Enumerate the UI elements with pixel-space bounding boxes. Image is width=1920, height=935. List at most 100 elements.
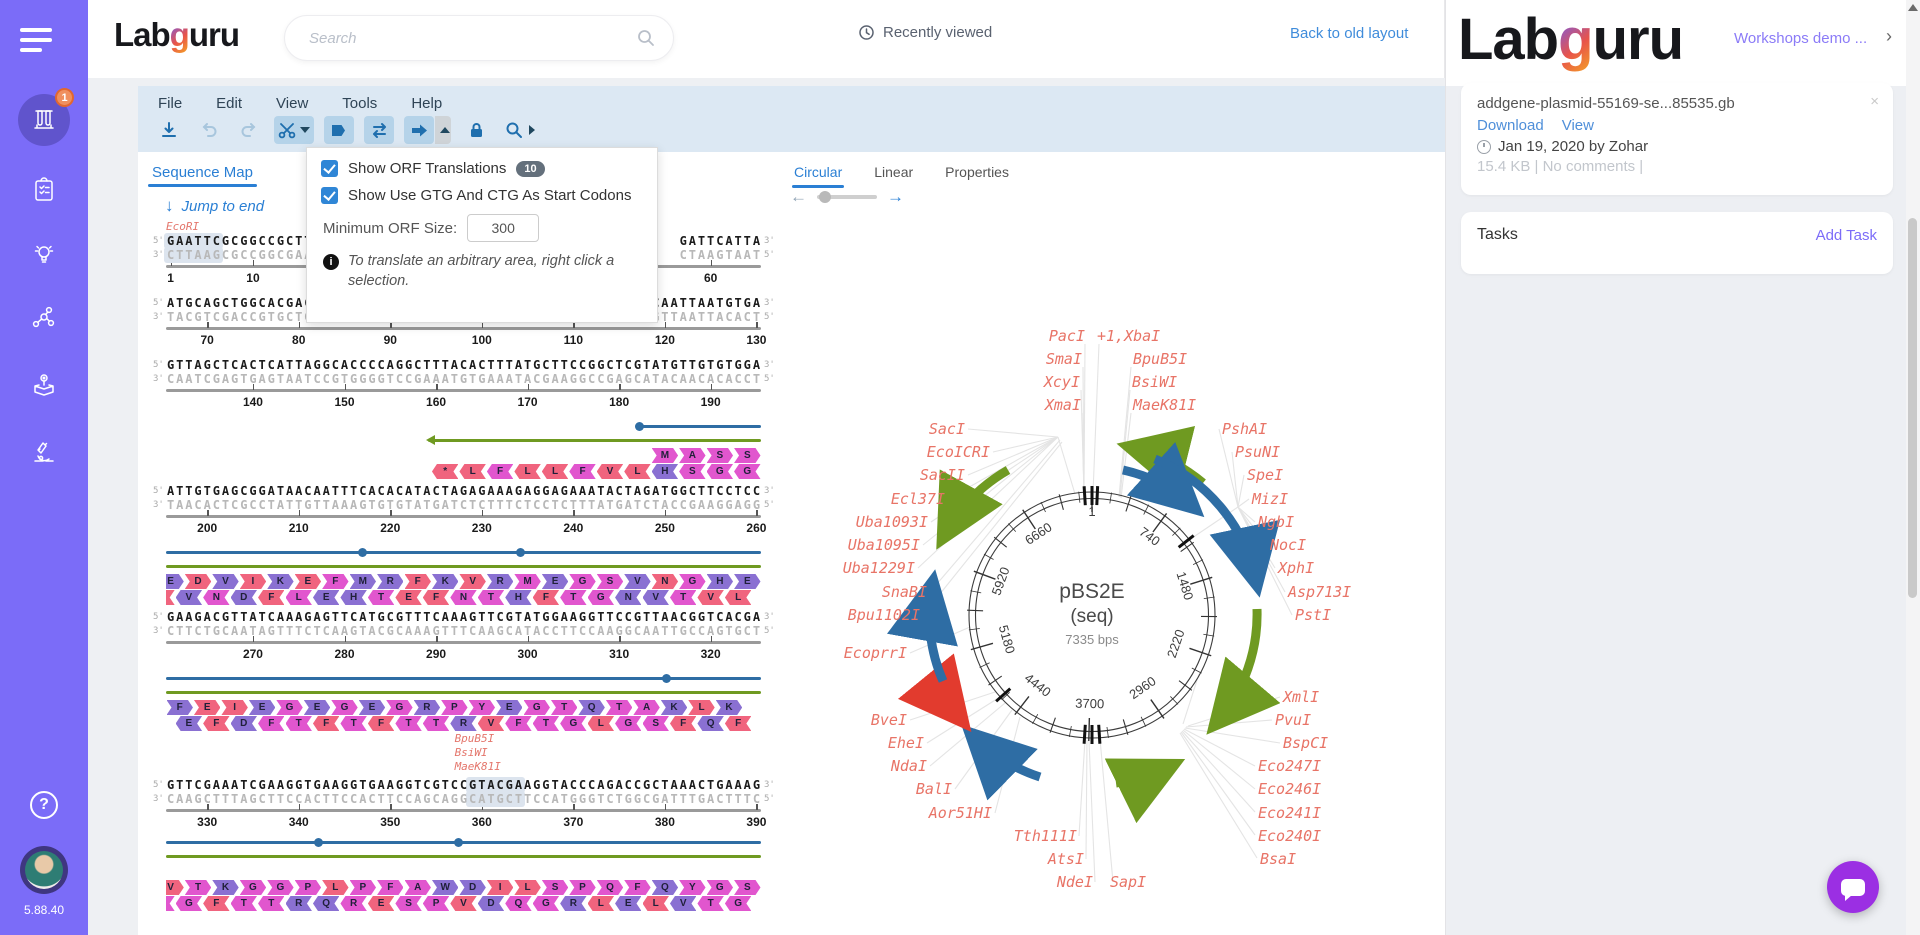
translation-row[interactable]: MASS [166,448,761,464]
map-tab-linear[interactable]: Linear [872,158,915,186]
map-enzyme-label[interactable]: BsaI [1260,850,1296,868]
map-enzyme-label[interactable]: SmaI [1046,350,1082,368]
recently-viewed[interactable]: Recently viewed [858,24,992,41]
search-bar[interactable] [284,15,674,61]
menu-tools[interactable]: Tools [332,91,387,116]
translation-row[interactable]: FEIEGEGEGRPYEGTQTAKLK [166,700,761,716]
sidebar-item-box-pin[interactable] [18,359,70,411]
swap-button[interactable] [364,116,394,144]
map-enzyme-label[interactable]: PstI [1295,606,1331,624]
sequence-map-view[interactable]: EcoRIXbaIGAATTCGCGGCCGCTTCGATTCATTA5'3'C… [152,220,775,916]
minimum-orf-size-input[interactable] [467,214,540,242]
flag-button[interactable] [324,116,354,144]
workspace-name[interactable]: Workshops demo ... [1734,30,1884,47]
download-button[interactable] [154,116,184,144]
back-to-old-layout-link[interactable]: Back to old layout [1290,25,1408,42]
map-tab-circular[interactable]: Circular [792,158,845,188]
lock-button[interactable] [461,116,491,144]
add-task-link[interactable]: Add Task [1816,227,1877,244]
feature-arc-blue[interactable] [887,569,958,683]
map-enzyme-label[interactable]: BpuB5I [1133,350,1187,368]
feature-annotation-line[interactable] [166,560,761,574]
menu-help[interactable]: Help [401,91,452,116]
avatar[interactable] [20,846,68,894]
feature-arc-green[interactable] [1206,608,1281,735]
sidebar-item-lightbulb[interactable] [18,229,70,281]
scrollbar-thumb[interactable] [1908,218,1917,598]
feature-arc-red[interactable] [897,653,972,732]
map-enzyme-label[interactable]: NocI [1269,536,1306,554]
menu-file[interactable]: File [148,91,192,116]
feature-annotation-line[interactable] [166,686,761,700]
map-enzyme-label[interactable]: MaeK81I [1132,396,1196,414]
primer-annotation-line[interactable] [166,546,761,560]
search-input[interactable] [309,29,637,47]
map-next-arrow-icon[interactable]: → [887,188,904,205]
map-enzyme-label[interactable]: XphI [1277,559,1314,577]
sequence-reverse-strand[interactable]: CTTCTGCAATAGTTTCTCAAGTACGCAAAGTTTCAAGCAT… [153,624,775,638]
arrow-right-button[interactable] [404,116,434,144]
map-enzyme-label[interactable]: Uba1229I [843,559,915,577]
map-enzyme-label[interactable]: Uba1093I [856,513,928,531]
map-zoom-knob[interactable] [819,190,831,203]
translation-row[interactable]: NGFTTRQRESPVDQGRLELVTG [166,896,761,912]
map-enzyme-label[interactable]: XmaI [1044,396,1081,414]
plasmid-circular-map[interactable]: 1 740 1480 22202960 3700 44405180 5920 6660 pBS2… [770,210,1445,935]
map-enzyme-label[interactable]: SacII [920,466,965,484]
map-enzyme-label[interactable]: PacI [1049,327,1085,345]
workspace-chevron-icon[interactable]: › [1886,26,1892,47]
map-enzyme-label[interactable]: PshAI [1222,420,1267,438]
primer-annotation-line[interactable] [166,836,761,850]
sequence-reverse-strand[interactable]: CAAGCTTTAGCTTCCACTTCCACTTCCAGCAGGCATGCTT… [153,791,775,807]
sequence-forward-strand[interactable]: GTTAGCTCACTCATTAGGCACCCCAGGCTTTACACTTTAT… [153,358,775,372]
map-enzyme-label[interactable]: Tth111I [1014,827,1077,845]
map-enzyme-label[interactable]: XcyI [1043,373,1080,391]
translation-row[interactable]: FVNDFLEHTEFNTHFTGNVTVL [166,590,761,606]
map-enzyme-label[interactable]: XmlI [1282,688,1319,706]
primer-annotation-line[interactable] [166,420,761,434]
sidebar-item-test-tubes[interactable]: 1 [18,88,74,146]
expand-caret-button[interactable] [435,116,451,144]
sequence-reverse-strand[interactable]: CAATCGAGTGAGTAATCCGTGGGGTCCGAAATGTGAAATA… [153,372,775,386]
map-enzyme-label[interactable]: SapI [1110,873,1146,891]
menu-view[interactable]: View [266,91,318,116]
map-enzyme-label[interactable]: SpeI [1247,466,1283,484]
map-enzyme-label[interactable]: NgbI [1257,513,1294,531]
labguru-logo[interactable]: Labguru [114,16,240,54]
tab-sequence-map[interactable]: Sequence Map [148,156,257,187]
sequence-forward-strand[interactable]: GTTCGAAATCGAAGGTGAAGGTGAAGGTCGTCCGTACGAA… [153,777,775,793]
map-enzyme-label[interactable]: Eco241I [1258,804,1321,822]
map-enzyme-label[interactable]: Eco246I [1258,780,1321,798]
sidebar-item-microscope[interactable] [18,427,70,479]
primer-annotation-line[interactable] [166,672,761,686]
feature-annotation-line[interactable] [166,434,761,448]
map-enzyme-label[interactable]: BveI [871,711,907,729]
sidebar-item-molecule[interactable] [18,292,70,344]
undo-button[interactable] [194,116,224,144]
feature-arc-blue[interactable] [961,724,1042,801]
chat-bubble-button[interactable] [1827,861,1879,913]
feature-annotation-line[interactable] [166,850,761,864]
map-enzyme-label[interactable]: Ecl37I [891,490,945,508]
map-enzyme-label[interactable]: Eco247I [1258,757,1321,775]
map-enzyme-label[interactable]: Bpu1102I [848,606,920,624]
map-enzyme-label[interactable]: Asp713I [1287,583,1351,601]
map-enzyme-label[interactable]: Eco240I [1258,827,1321,845]
scissors-button[interactable] [274,116,314,144]
map-enzyme-label[interactable]: SnaBI [882,583,927,601]
map-enzyme-label[interactable]: NdeI [1056,873,1093,891]
translation-row[interactable]: * L F L L F V L H S G G [166,464,761,480]
download-link[interactable]: Download [1477,117,1544,134]
jump-to-end-link[interactable]: ↓ Jump to end [165,196,264,216]
sidebar-item-clipboard[interactable] [18,164,70,216]
map-enzyme-label[interactable]: PvuI [1275,711,1311,729]
map-prev-arrow-icon[interactable]: ← [790,188,807,205]
page-scrollbar[interactable] [1906,0,1920,935]
map-enzyme-label[interactable]: MizI [1251,490,1288,508]
hamburger-menu-icon[interactable] [0,0,88,78]
translation-row[interactable]: VTKGGPLPFAWDILSPQFQYGS [166,880,761,896]
map-zoom-slider[interactable] [817,190,877,203]
map-tab-properties[interactable]: Properties [943,158,1011,186]
close-icon[interactable]: × [1870,93,1879,110]
sequence-forward-strand[interactable]: GAAGACGTTATCAAAGAGTTCATGCGTTTCAAAGTTCGTA… [153,610,775,624]
